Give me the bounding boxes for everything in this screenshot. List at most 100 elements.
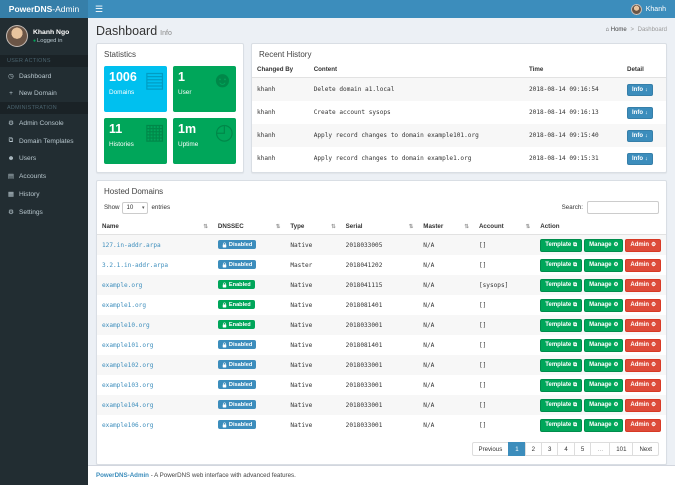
admin-button[interactable]: Admin⚙: [625, 359, 661, 372]
hosted-domains-title: Hosted Domains: [97, 181, 666, 199]
sidebar-item[interactable]: ▤ Accounts: [0, 167, 88, 185]
domain-name-link[interactable]: example106.org: [102, 422, 153, 429]
template-button[interactable]: Template⧉: [540, 339, 582, 352]
manage-button[interactable]: Manage⚙: [584, 279, 623, 292]
admin-button[interactable]: Admin⚙: [625, 279, 661, 292]
page-button[interactable]: 4: [557, 442, 574, 456]
template-button[interactable]: Template⧉: [540, 259, 582, 272]
column-header[interactable]: Type⇅: [285, 219, 340, 235]
page-button[interactable]: 3: [541, 442, 558, 456]
gear-icon: ⚙: [613, 302, 618, 308]
domain-name-link[interactable]: example10.org: [102, 322, 150, 329]
dnssec-badge: Disabled: [218, 360, 256, 369]
app-brand[interactable]: PowerDNS-Admin: [0, 0, 88, 18]
stat-box[interactable]: 11 Histories ▦: [104, 118, 167, 164]
page-button[interactable]: 2: [525, 442, 542, 456]
manage-button[interactable]: Manage⚙: [584, 319, 623, 332]
manage-button[interactable]: Manage⚙: [584, 379, 623, 392]
sidebar-item[interactable]: ▦ History: [0, 185, 88, 203]
stat-box[interactable]: 1m Uptime ◴: [173, 118, 236, 164]
sort-icon[interactable]: ⇅: [203, 224, 208, 230]
page-button[interactable]: Previous: [472, 442, 510, 456]
info-button[interactable]: Info↓: [627, 84, 653, 96]
template-button[interactable]: Template⧉: [540, 299, 582, 312]
info-button[interactable]: Info↓: [627, 153, 653, 165]
statistics-panel: Statistics 1006 Domains ▤ 1 User ☻ 11 Hi…: [96, 43, 244, 173]
clone-icon: ⧉: [573, 262, 577, 269]
sidebar-item[interactable]: + New Domain: [0, 85, 88, 102]
info-button[interactable]: Info↓: [627, 130, 653, 142]
info-button[interactable]: Info↓: [627, 107, 653, 119]
page-button[interactable]: Next: [632, 442, 659, 456]
column-header[interactable]: Name⇅: [97, 219, 213, 235]
master-cell: N/A: [418, 335, 474, 355]
manage-button[interactable]: Manage⚙: [584, 239, 623, 252]
template-button[interactable]: Template⧉: [540, 359, 582, 372]
manage-button[interactable]: Manage⚙: [584, 339, 623, 352]
column-header[interactable]: Action⇅: [535, 219, 666, 235]
admin-button[interactable]: Admin⚙: [625, 299, 661, 312]
admin-button[interactable]: Admin⚙: [625, 379, 661, 392]
menu-item-label: Settings: [19, 209, 43, 216]
sort-icon[interactable]: ⇅: [464, 224, 469, 230]
sort-icon[interactable]: ⇅: [409, 224, 414, 230]
sort-icon[interactable]: ⇅: [331, 224, 336, 230]
template-button[interactable]: Template⧉: [540, 419, 582, 432]
search-input[interactable]: [587, 201, 659, 214]
manage-button[interactable]: Manage⚙: [584, 419, 623, 432]
sidebar-item[interactable]: ☻ Users: [0, 150, 88, 167]
domain-name-link[interactable]: example1.org: [102, 302, 146, 309]
admin-button[interactable]: Admin⚙: [625, 239, 661, 252]
domain-row: example1.org Enabled Native 2018081401 N…: [97, 295, 666, 315]
manage-button[interactable]: Manage⚙: [584, 399, 623, 412]
page-button[interactable]: …: [590, 442, 610, 456]
manage-button[interactable]: Manage⚙: [584, 299, 623, 312]
admin-button[interactable]: Admin⚙: [625, 399, 661, 412]
column-header[interactable]: Master⇅: [418, 219, 474, 235]
domain-name-link[interactable]: example.org: [102, 282, 142, 289]
hosted-domains-header-row: Name⇅DNSSEC⇅Type⇅Serial⇅Master⇅Account⇅A…: [97, 219, 666, 235]
stat-box[interactable]: 1006 Domains ▤: [104, 66, 167, 112]
navbar-user-menu[interactable]: Khanh: [622, 0, 675, 18]
domain-name-link[interactable]: example102.org: [102, 362, 153, 369]
breadcrumb-current: Dashboard: [638, 27, 667, 33]
manage-button[interactable]: Manage⚙: [584, 259, 623, 272]
template-button[interactable]: Template⧉: [540, 319, 582, 332]
domain-name-link[interactable]: 3.2.1.in-addr.arpa: [102, 262, 168, 269]
page-length-select[interactable]: 10▾: [122, 202, 148, 214]
sidebar-item[interactable]: ⚙ Settings: [0, 203, 88, 221]
stat-box[interactable]: 1 User ☻: [173, 66, 236, 112]
admin-button[interactable]: Admin⚙: [625, 339, 661, 352]
sort-icon[interactable]: ⇅: [276, 224, 281, 230]
admin-button[interactable]: Admin⚙: [625, 259, 661, 272]
sidebar-item[interactable]: ◷ Dashboard: [0, 67, 88, 85]
sort-icon[interactable]: ⇅: [526, 224, 531, 230]
page-button[interactable]: 101: [609, 442, 633, 456]
column-header[interactable]: DNSSEC⇅: [213, 219, 285, 235]
domain-name-link[interactable]: example104.org: [102, 402, 153, 409]
main-content: DashboardInfo ⌂ Home > Dashboard Statist…: [88, 18, 675, 485]
footer-brand-link[interactable]: PowerDNS-Admin: [96, 472, 149, 479]
domain-name-link[interactable]: example103.org: [102, 382, 153, 389]
column-header[interactable]: Account⇅: [474, 219, 535, 235]
sidebar-toggle-icon[interactable]: ☰: [88, 0, 110, 18]
breadcrumb-home[interactable]: Home: [611, 27, 627, 33]
manage-button[interactable]: Manage⚙: [584, 359, 623, 372]
domain-name-link[interactable]: example101.org: [102, 342, 153, 349]
hosted-domains-body: 127.in-addr.arpa Disabled Native 2018033…: [97, 235, 666, 436]
sidebar-item[interactable]: ⧉ Domain Templates: [0, 132, 88, 150]
template-button[interactable]: Template⧉: [540, 279, 582, 292]
sidebar-item[interactable]: ⚙ Admin Console: [0, 114, 88, 132]
page-button[interactable]: 1: [508, 442, 525, 456]
changed-by-cell: khanh: [252, 78, 309, 102]
column-header[interactable]: Serial⇅: [341, 219, 419, 235]
admin-button[interactable]: Admin⚙: [625, 419, 661, 432]
clone-icon: ⧉: [573, 362, 577, 369]
admin-button[interactable]: Admin⚙: [625, 319, 661, 332]
domain-name-link[interactable]: 127.in-addr.arpa: [102, 242, 161, 249]
template-button[interactable]: Template⧉: [540, 239, 582, 252]
page-button[interactable]: 5: [574, 442, 591, 456]
template-button[interactable]: Template⧉: [540, 399, 582, 412]
template-button[interactable]: Template⧉: [540, 379, 582, 392]
domain-row: example103.org Disabled Native 201803300…: [97, 375, 666, 395]
